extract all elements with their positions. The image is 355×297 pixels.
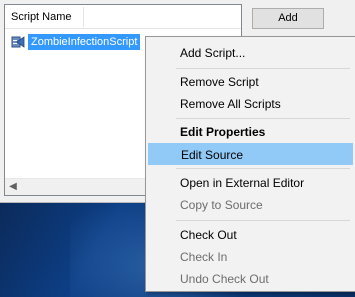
menu-item-check-in[interactable]: Check In <box>148 246 353 268</box>
menu-item-label: Edit Properties <box>180 125 266 139</box>
menu-separator <box>176 220 350 221</box>
menu-item-edit-source[interactable]: Edit Source <box>148 143 353 165</box>
menu-item-label: Edit Source <box>181 148 244 162</box>
menu-item-label: Copy to Source <box>180 198 263 212</box>
menu-separator <box>176 168 350 169</box>
menu-item-check-out[interactable]: Check Out <box>148 224 353 246</box>
column-divider[interactable] <box>83 7 84 27</box>
menu-item-remove-all-scripts[interactable]: Remove All Scripts <box>148 93 353 115</box>
menu-item-add-script[interactable]: Add Script... <box>148 42 353 64</box>
menu-item-edit-properties[interactable]: Edit Properties <box>148 121 353 143</box>
list-item-label: ZombieInfectionScript <box>28 34 141 50</box>
menu-separator <box>176 68 350 69</box>
menu-item-label: Remove Script <box>180 75 259 89</box>
list-header: Script Name <box>5 5 241 29</box>
menu-item-copy-to-source[interactable]: Copy to Source <box>148 194 353 216</box>
menu-item-label: Add Script... <box>180 46 246 60</box>
context-menu: Add Script... Remove Script Remove All S… <box>145 36 355 292</box>
scroll-left-arrow-icon[interactable]: ◀ <box>7 181 19 193</box>
column-header-script-name[interactable]: Script Name <box>11 11 72 23</box>
menu-item-label: Open in External Editor <box>180 176 305 190</box>
script-icon <box>11 35 25 49</box>
menu-item-open-in-external-editor[interactable]: Open in External Editor <box>148 172 353 194</box>
menu-item-label: Undo Check Out <box>180 272 269 286</box>
menu-separator <box>176 118 350 119</box>
menu-item-undo-check-out[interactable]: Undo Check Out <box>148 268 353 290</box>
menu-item-label: Check Out <box>180 228 237 242</box>
add-button[interactable]: Add <box>252 8 324 29</box>
list-item[interactable]: ZombieInfectionScript <box>7 33 141 51</box>
menu-item-remove-script[interactable]: Remove Script <box>148 71 353 93</box>
menu-item-label: Check In <box>180 250 228 264</box>
screen: Script Name ZombieInfectionScript ◀ Add … <box>0 0 355 297</box>
menu-item-label: Remove All Scripts <box>180 97 281 111</box>
